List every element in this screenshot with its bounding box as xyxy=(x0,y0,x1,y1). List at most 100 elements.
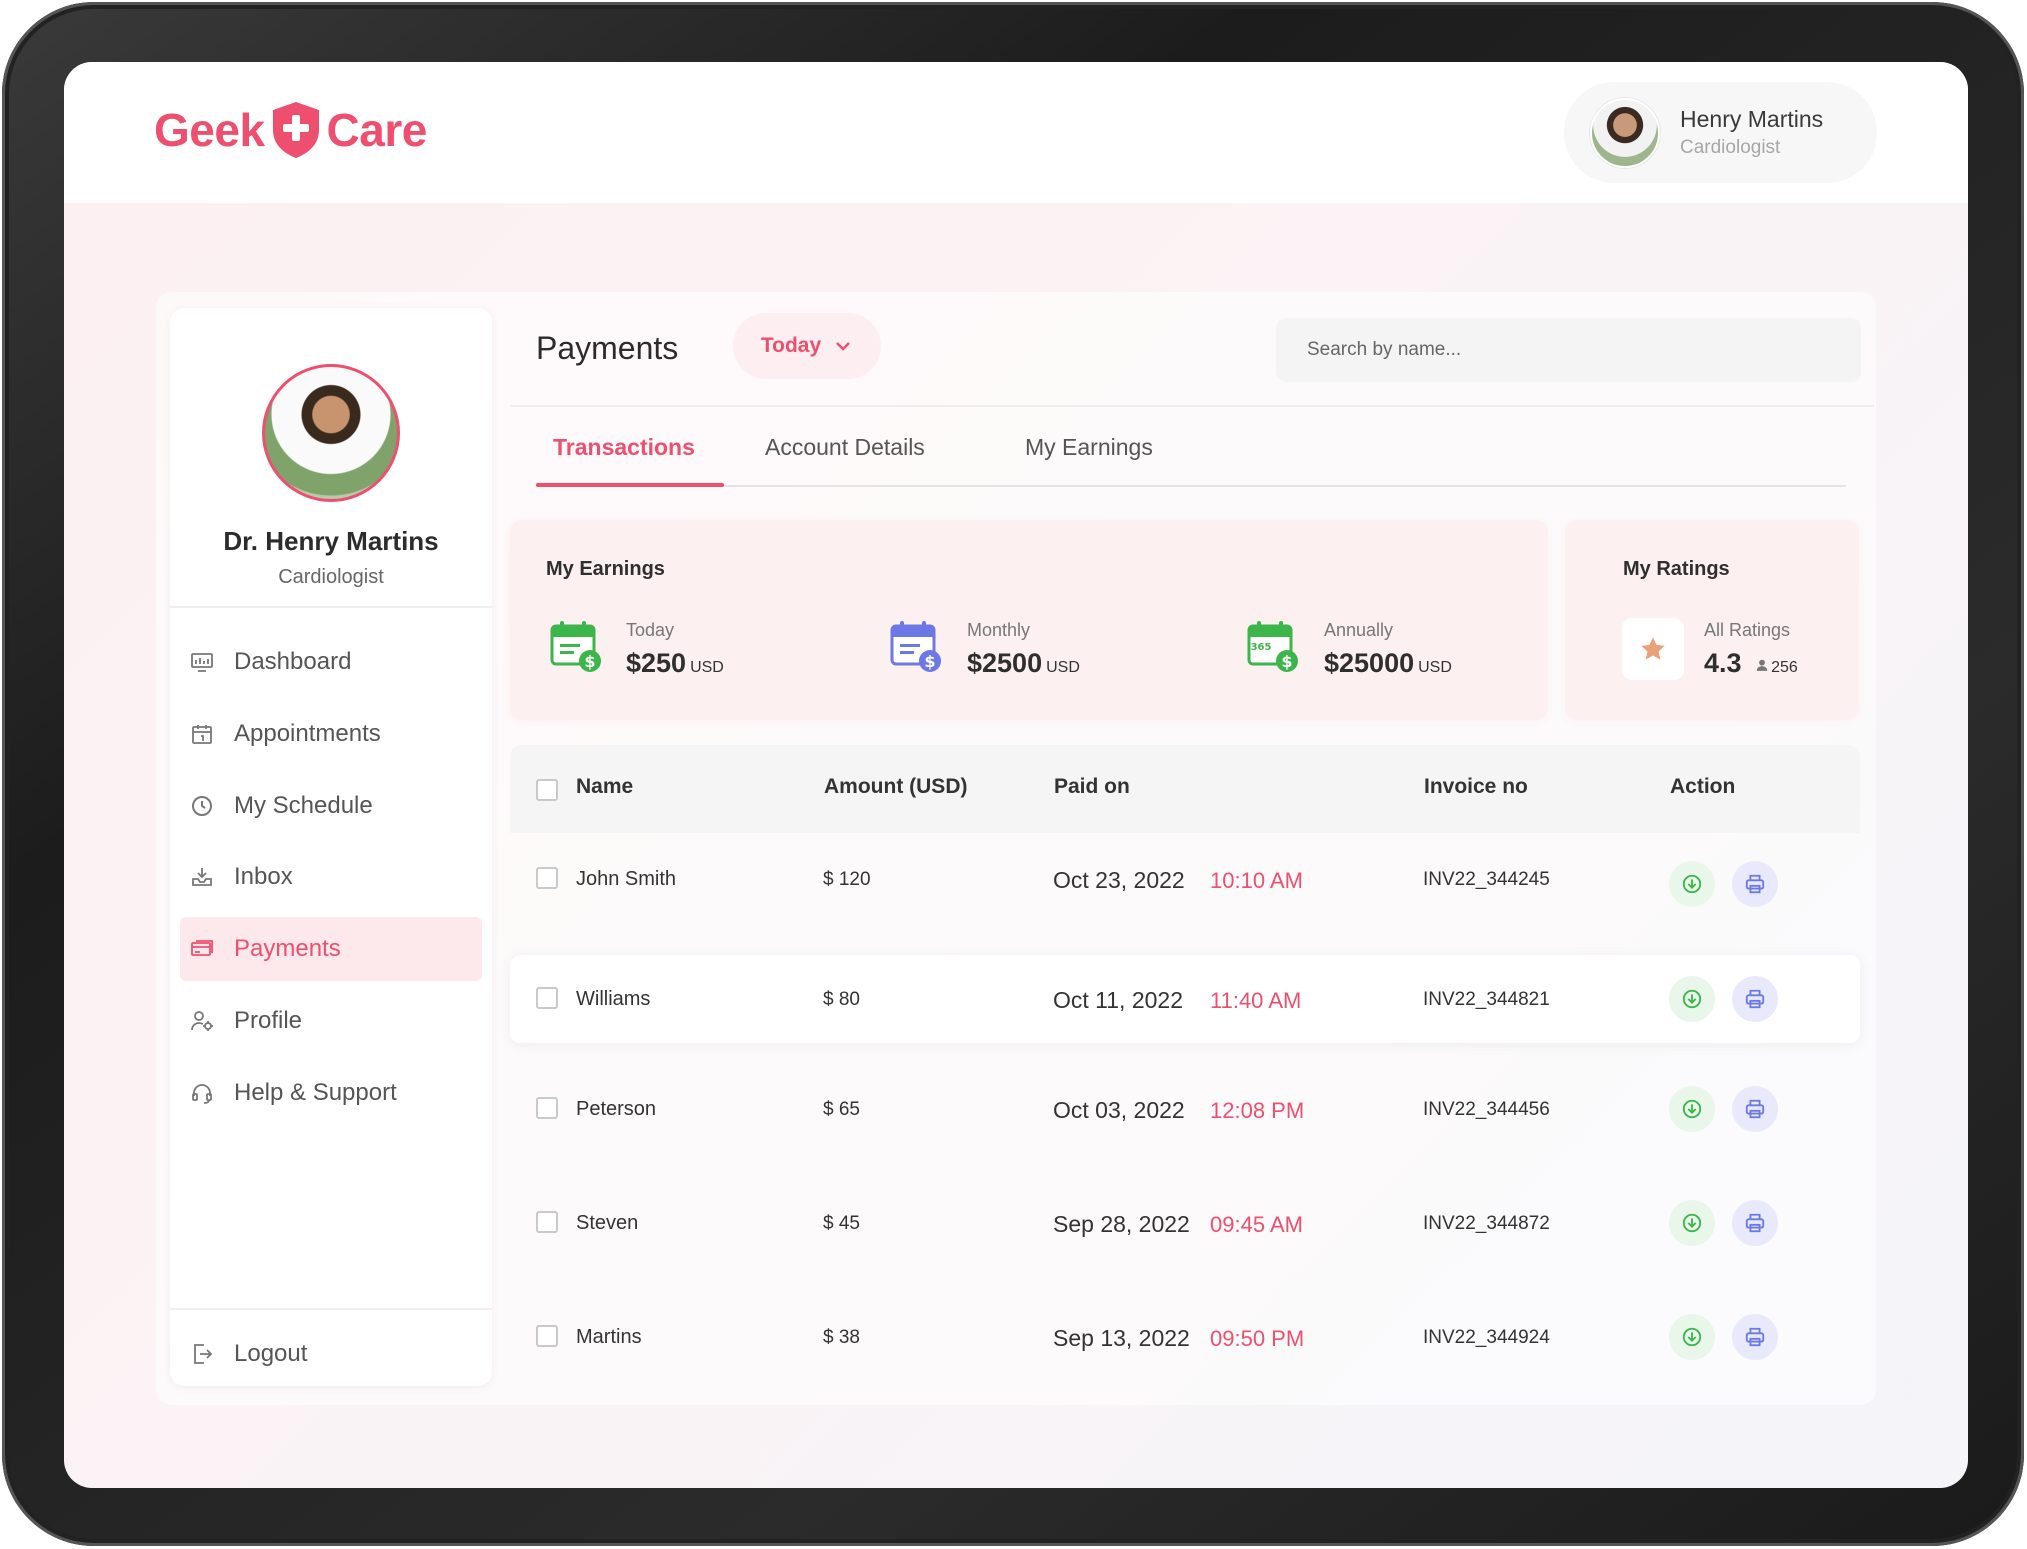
dashboard-icon xyxy=(191,653,213,672)
ratings-count: 256 xyxy=(1771,659,1798,676)
ratings-title: My Ratings xyxy=(1623,558,1730,580)
row-checkbox[interactable] xyxy=(536,987,558,1009)
printer-icon xyxy=(1745,874,1765,894)
calendar-icon xyxy=(192,725,212,744)
star-icon xyxy=(1641,637,1665,660)
row-time: 12:08 PM xyxy=(1210,1098,1305,1123)
tab-my-earnings[interactable]: My Earnings xyxy=(1025,434,1153,461)
download-button[interactable] xyxy=(1669,1086,1715,1132)
print-button[interactable] xyxy=(1732,1086,1778,1132)
table-row: Steven $ 45 Sep 28, 2022 09:45 AM INV22_… xyxy=(510,1179,1860,1267)
user-icon xyxy=(1756,659,1768,671)
credit-card-icon xyxy=(191,940,213,956)
table-row: John Smith $ 120 Oct 23, 2022 10:10 AM I… xyxy=(510,837,1860,925)
sidebar-item-profile[interactable]: Profile xyxy=(180,989,482,1053)
row-time: 09:45 AM xyxy=(1210,1212,1303,1237)
printer-icon xyxy=(1745,1099,1765,1119)
row-time: 11:40 AM xyxy=(1210,988,1302,1013)
row-checkbox[interactable] xyxy=(536,1097,558,1119)
row-name: Williams xyxy=(576,988,651,1010)
ratings-value: 4.3 256 xyxy=(1704,648,1798,678)
download-button[interactable] xyxy=(1669,1200,1715,1246)
header-paid-on: Paid on xyxy=(1054,775,1130,798)
shield-plus-icon xyxy=(272,102,319,158)
row-time: 09:50 PM xyxy=(1210,1326,1305,1351)
row-amount: $ 65 xyxy=(823,1099,860,1120)
sidebar-item-label: Help & Support xyxy=(234,1079,397,1106)
tab-transactions[interactable]: Transactions xyxy=(553,434,695,461)
download-icon xyxy=(1682,989,1702,1009)
sidebar-item-label: Payments xyxy=(234,935,341,962)
download-icon xyxy=(1682,1099,1702,1119)
row-checkbox[interactable] xyxy=(536,1211,558,1233)
sidebar-item-payments[interactable]: Payments xyxy=(180,917,482,981)
print-button[interactable] xyxy=(1732,1200,1778,1246)
sidebar-item-my-schedule[interactable]: My Schedule xyxy=(180,774,482,838)
logout-label: Logout xyxy=(234,1340,308,1367)
sidebar-item-label: Inbox xyxy=(234,863,293,890)
printer-icon xyxy=(1745,989,1765,1009)
logout-icon xyxy=(194,1344,213,1364)
brand-name-left: Geek xyxy=(154,104,265,156)
doctor-role: Cardiologist xyxy=(278,566,384,588)
sidebar-item-label: Dashboard xyxy=(234,648,352,675)
table-row: Peterson $ 65 Oct 03, 2022 12:08 PM INV2… xyxy=(510,1065,1860,1153)
row-checkbox[interactable] xyxy=(536,1325,558,1347)
header-divider xyxy=(510,405,1874,407)
sidebar-item-label: Profile xyxy=(234,1007,303,1034)
row-name: Steven xyxy=(576,1212,639,1234)
date-filter-label: Today xyxy=(760,334,822,357)
logout-button[interactable]: Logout xyxy=(180,1322,482,1386)
row-invoice: INV22_344821 xyxy=(1423,989,1550,1010)
brand-name-right: Care xyxy=(326,104,428,156)
row-date: Oct 11, 2022 xyxy=(1053,987,1183,1013)
row-date: Oct 03, 2022 xyxy=(1053,1097,1185,1123)
printer-icon xyxy=(1745,1327,1765,1347)
user-menu[interactable]: Henry Martins Cardiologist xyxy=(1564,82,1877,183)
date-filter-dropdown[interactable]: Today xyxy=(733,313,881,379)
earnings-title: My Earnings xyxy=(546,558,665,580)
all-ratings-label: All Ratings xyxy=(1704,620,1791,640)
user-settings-icon xyxy=(191,1011,213,1031)
sidebar-divider xyxy=(170,606,492,608)
sidebar-item-appointments[interactable]: Appointments xyxy=(180,702,482,766)
monthly-value: $2500 USD xyxy=(967,648,1080,678)
svg-text:365: 365 xyxy=(1251,642,1272,653)
row-amount: $ 80 xyxy=(823,989,860,1010)
row-invoice: INV22_344924 xyxy=(1423,1327,1550,1348)
svg-text:$: $ xyxy=(924,652,935,671)
today-label: Today xyxy=(626,620,675,640)
download-icon xyxy=(1682,1327,1702,1347)
doctor-name: Dr. Henry Martins xyxy=(223,526,439,556)
calendar-dollar-icon: $ xyxy=(890,621,941,672)
star-icon-tile xyxy=(1622,618,1684,680)
row-date: Sep 13, 2022 xyxy=(1053,1325,1190,1351)
today-value: $250 USD xyxy=(626,648,724,678)
download-icon xyxy=(1682,874,1702,894)
print-button[interactable] xyxy=(1732,1314,1778,1360)
row-amount: $ 120 xyxy=(823,869,871,890)
row-invoice: INV22_344872 xyxy=(1423,1213,1550,1234)
sidebar-item-dashboard[interactable]: Dashboard xyxy=(180,630,482,694)
sidebar-divider xyxy=(170,1308,492,1310)
row-checkbox[interactable] xyxy=(536,867,558,889)
header-amount: Amount (USD) xyxy=(824,775,968,798)
download-button[interactable] xyxy=(1669,1314,1715,1360)
svg-text:$: $ xyxy=(1281,652,1292,671)
tab-account-details[interactable]: Account Details xyxy=(765,434,925,461)
sidebar-item-inbox[interactable]: Inbox xyxy=(180,845,482,909)
clock-icon xyxy=(192,796,212,816)
active-tab-indicator xyxy=(536,483,724,487)
download-button[interactable] xyxy=(1669,861,1715,907)
print-button[interactable] xyxy=(1732,976,1778,1022)
search-input[interactable] xyxy=(1276,318,1861,382)
sidebar-item-help-support[interactable]: Help & Support xyxy=(180,1061,482,1125)
print-button[interactable] xyxy=(1732,861,1778,907)
calendar-dollar-icon: $ xyxy=(550,621,601,672)
download-button[interactable] xyxy=(1669,976,1715,1022)
row-invoice: INV22_344456 xyxy=(1423,1099,1550,1120)
user-role: Cardiologist xyxy=(1680,137,1781,158)
select-all-checkbox[interactable] xyxy=(536,779,558,801)
printer-icon xyxy=(1745,1213,1765,1233)
brand-logo[interactable]: Geek Care xyxy=(154,98,427,162)
